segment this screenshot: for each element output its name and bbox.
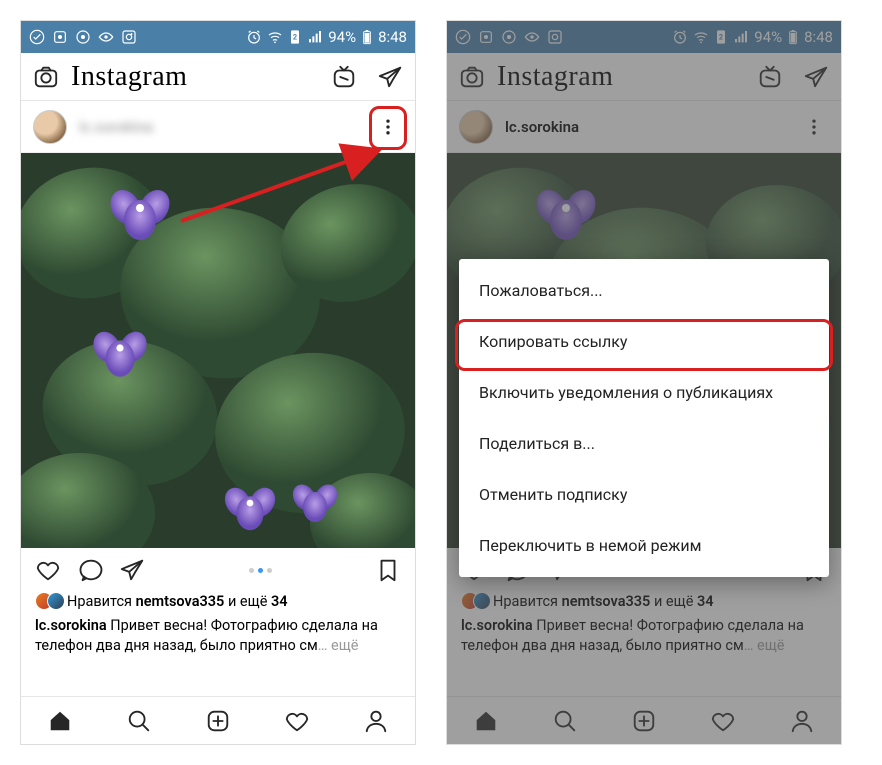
nav-home-icon[interactable] (47, 708, 73, 734)
nav-add-icon[interactable] (205, 708, 231, 734)
status-time: 8:48 (378, 28, 407, 46)
screenshot-left: 2 94% 8:48 Instagram lc.sorokina (20, 20, 416, 745)
menu-item-turn-on-notifications[interactable]: Включить уведомления о публикациях (459, 367, 829, 418)
status-icon-box (52, 29, 68, 45)
post-header: lc.sorokina (21, 101, 415, 153)
like-icon[interactable] (35, 557, 61, 583)
svg-text:2: 2 (293, 33, 297, 42)
menu-item-copy-link[interactable]: Копировать ссылку (459, 316, 829, 367)
menu-item-unfollow[interactable]: Отменить подписку (459, 469, 829, 520)
post-more-button[interactable] (373, 112, 403, 142)
direct-message-icon[interactable] (377, 64, 403, 90)
app-header: Instagram (21, 53, 415, 101)
signal-icon (307, 29, 323, 45)
status-icon-loop (121, 29, 137, 45)
menu-item-share-to[interactable]: Поделиться в... (459, 418, 829, 469)
nav-activity-icon[interactable] (284, 708, 310, 734)
igtv-icon[interactable] (331, 64, 357, 90)
carousel-indicator (161, 568, 359, 573)
post-caption[interactable]: lc.sorokina Привет весна! Фотографию сде… (21, 614, 415, 659)
screenshot-right: 2 94% 8:48 Instagram lc.sorokina (446, 20, 842, 745)
status-icon-check (29, 29, 45, 45)
camera-icon[interactable] (33, 64, 59, 90)
battery-icon (361, 29, 373, 45)
wifi-icon (267, 29, 283, 45)
share-icon[interactable] (119, 557, 145, 583)
post-options-menu: Пожаловаться... Копировать ссылку Включи… (459, 259, 829, 577)
menu-item-report[interactable]: Пожаловаться... (459, 265, 829, 316)
post-username[interactable]: lc.sorokina (79, 118, 361, 136)
alarm-icon (246, 29, 262, 45)
nav-profile-icon[interactable] (363, 708, 389, 734)
battery-text: 94% (328, 28, 356, 46)
status-icon-eye (98, 29, 114, 45)
menu-item-mute[interactable]: Переключить в немой режим (459, 520, 829, 571)
likes-text: Нравится nemtsova335 и ещё 34 (67, 593, 288, 610)
avatar[interactable] (33, 110, 67, 144)
bottom-nav (21, 696, 415, 744)
nav-search-icon[interactable] (126, 708, 152, 734)
status-bar: 2 94% 8:48 (21, 21, 415, 53)
status-icon-record (75, 29, 91, 45)
more-vertical-icon (378, 117, 398, 137)
status-left-icons (29, 29, 137, 45)
instagram-logo: Instagram (71, 61, 311, 93)
post-photo[interactable] (21, 153, 415, 548)
bookmark-icon[interactable] (375, 557, 401, 583)
comment-icon[interactable] (77, 557, 103, 583)
likes-row[interactable]: Нравится nemtsova335 и ещё 34 (21, 592, 415, 614)
post-action-bar (21, 548, 415, 592)
likes-avatars (35, 592, 59, 610)
sim-icon: 2 (288, 29, 302, 45)
status-right-icons: 2 94% 8:48 (246, 28, 407, 46)
